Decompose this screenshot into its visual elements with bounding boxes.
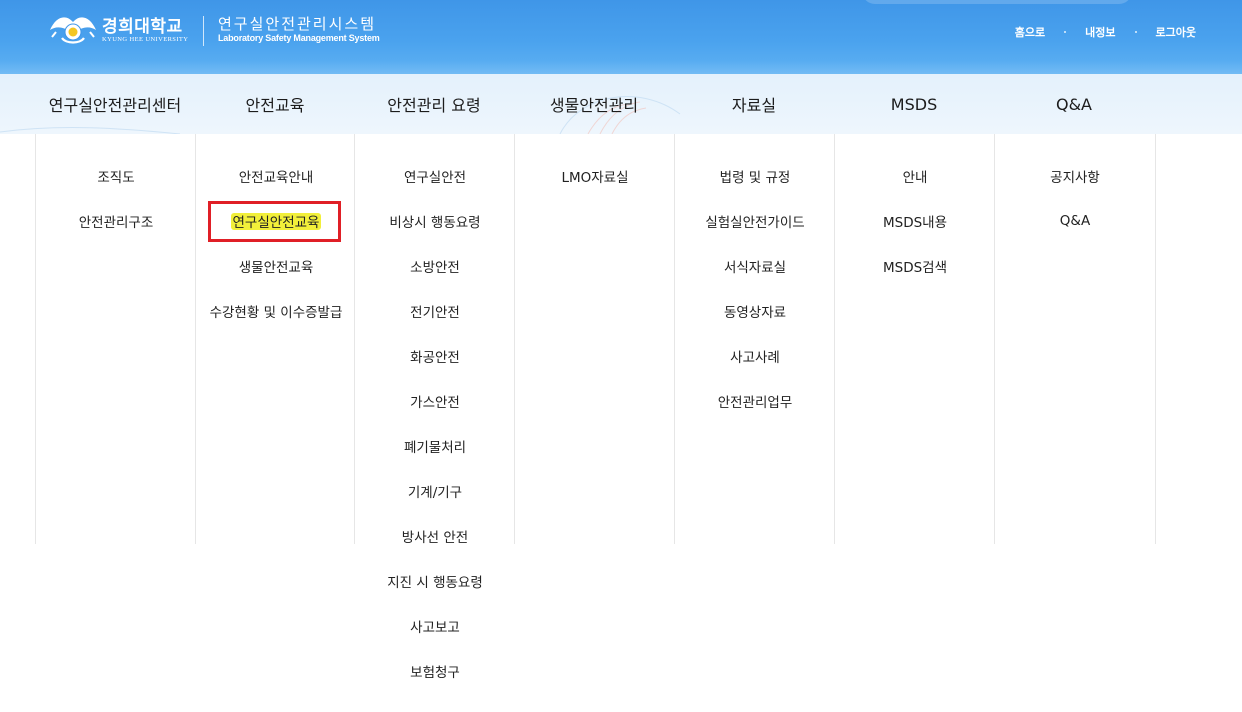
submenu-item-msds-search[interactable]: MSDS검색: [835, 254, 995, 278]
submenu-item-emergency-actions[interactable]: 비상시 행동요령: [355, 209, 515, 233]
system-title[interactable]: 연구실안전관리시스템: [218, 13, 376, 34]
submenu-item-machinery[interactable]: 기계/기구: [355, 479, 515, 503]
submenu-item-org-chart[interactable]: 조직도: [36, 164, 196, 188]
nav-resources[interactable]: 자료실: [674, 74, 834, 134]
system-title-en: Laboratory Safety Management System: [218, 33, 380, 43]
main-nav: 연구실안전관리센터 안전교육 안전관리 요령 생물안전관리 자료실 MSDS Q…: [0, 74, 1242, 134]
nav-safety-education[interactable]: 안전교육: [195, 74, 355, 134]
util-separator: [1064, 31, 1067, 33]
submenu-item-msds-content[interactable]: MSDS내용: [835, 209, 995, 233]
submenu-item-safety-tasks[interactable]: 안전관리업무: [675, 389, 835, 413]
submenu-item-accident-report[interactable]: 사고보고: [355, 614, 515, 638]
submenu-item-radiation-safety[interactable]: 방사선 안전: [355, 524, 515, 548]
my-info-link[interactable]: 내정보: [1085, 24, 1115, 40]
util-separator: [1134, 31, 1137, 33]
submenu-item-waste-disposal[interactable]: 폐기물처리: [355, 434, 515, 458]
logo-divider: [203, 16, 204, 46]
submenu-column-education: 안전교육안내 연구실안전교육 생물안전교육 수강현황 및 이수증발급: [195, 134, 356, 544]
submenu-item-education-guide[interactable]: 안전교육안내: [196, 164, 356, 188]
submenu-item-video-materials[interactable]: 동영상자료: [675, 299, 835, 323]
submenu-item-lab-safety[interactable]: 연구실안전: [355, 164, 515, 188]
submenu-item-earthquake-actions[interactable]: 지진 시 행동요령: [355, 569, 515, 593]
nav-biosafety[interactable]: 생물안전관리: [514, 74, 674, 134]
submenu-item-form-library[interactable]: 서식자료실: [675, 254, 835, 278]
submenu-column-msds: 안내 MSDS내용 MSDS검색: [834, 134, 995, 544]
submenu-column-resources: 법령 및 규정 실험실안전가이드 서식자료실 동영상자료 사고사례 안전관리업무: [674, 134, 835, 544]
submenu-item-msds-guide[interactable]: 안내: [835, 164, 995, 188]
submenu-item-lmo-resources[interactable]: LMO자료실: [515, 164, 675, 188]
submenu-item-gas-safety[interactable]: 가스안전: [355, 389, 515, 413]
submenu-item-fire-safety[interactable]: 소방안전: [355, 254, 515, 278]
submenu-item-electrical-safety[interactable]: 전기안전: [355, 299, 515, 323]
university-name-en: KYUNG HEE UNIVERSITY: [102, 36, 189, 43]
university-name[interactable]: 경희대학교: [102, 12, 183, 37]
home-link[interactable]: 홈으로: [1015, 24, 1045, 40]
submenu-item-biosafety-education[interactable]: 생물안전교육: [196, 254, 356, 278]
nav-qna[interactable]: Q&A: [994, 74, 1154, 134]
utility-links: 홈으로 내정보 로그아웃: [1015, 24, 1196, 40]
submenu-item-accident-cases[interactable]: 사고사례: [675, 344, 835, 368]
submenu-item-notices[interactable]: 공지사항: [995, 164, 1155, 188]
submenu-item-lab-safety-guide[interactable]: 실험실안전가이드: [675, 209, 835, 233]
submenu-item-qna[interactable]: Q&A: [995, 209, 1155, 233]
university-emblem-icon[interactable]: [48, 12, 98, 48]
submenu-column-guidelines: 연구실안전 비상시 행동요령 소방안전 전기안전 화공안전 가스안전 폐기물처리…: [354, 134, 515, 681]
logout-link[interactable]: 로그아웃: [1156, 24, 1196, 40]
submenu-item-insurance-claim[interactable]: 보험청구: [355, 659, 515, 683]
site-header: 경희대학교 KYUNG HEE UNIVERSITY 연구실안전관리시스템 La…: [0, 0, 1242, 74]
nav-msds[interactable]: MSDS: [834, 74, 994, 134]
nav-lab-safety-center[interactable]: 연구실안전관리센터: [35, 74, 195, 134]
submenu-item-laws-regulations[interactable]: 법령 및 규정: [675, 164, 835, 188]
submenu-item-safety-structure[interactable]: 안전관리구조: [36, 209, 196, 233]
submenu-column-qna: 공지사항 Q&A: [994, 134, 1156, 544]
annotation-highlight-box: [208, 201, 341, 242]
submenu-item-chemical-safety[interactable]: 화공안전: [355, 344, 515, 368]
submenu-column-center: 조직도 안전관리구조: [35, 134, 196, 544]
submenu-column-biosafety: LMO자료실: [514, 134, 675, 544]
submenu-item-completion-certificate[interactable]: 수강현황 및 이수증발급: [196, 299, 356, 323]
nav-safety-guidelines[interactable]: 안전관리 요령: [354, 74, 514, 134]
